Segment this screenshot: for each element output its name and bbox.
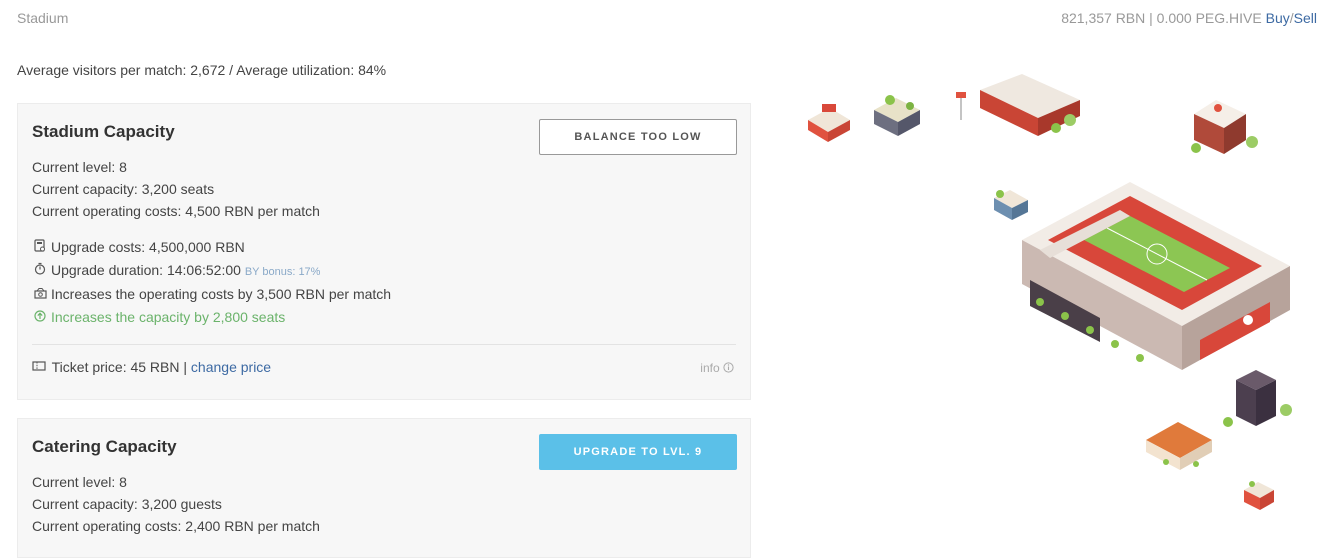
cafe-building bbox=[1146, 422, 1212, 470]
current-operating-costs: Current operating costs: 4,500 RBN per m… bbox=[32, 203, 320, 219]
change-price-link[interactable]: change price bbox=[191, 359, 271, 375]
calculator-icon bbox=[32, 237, 48, 259]
stadium-summary: Average visitors per match: 2,672 / Aver… bbox=[17, 62, 387, 78]
stadium-current-stats: Current level: 8 Current capacity: 3,200… bbox=[32, 156, 320, 222]
balance-text: 821,357 RBN | 0.000 PEG.HIVE bbox=[1061, 10, 1262, 26]
capacity-increase-row: Increases the capacity by 2,800 seats bbox=[32, 306, 391, 329]
ticket-price: Ticket price: 45 RBN | bbox=[51, 359, 188, 375]
catering-current-capacity: Current capacity: 3,200 guests bbox=[32, 496, 222, 512]
hospital-building bbox=[1191, 100, 1258, 154]
buy-link[interactable]: Buy bbox=[1266, 10, 1290, 26]
sell-link[interactable]: Sell bbox=[1294, 10, 1317, 26]
upgrade-duration-row: Upgrade duration: 14:06:52:00 BY bonus: … bbox=[32, 259, 391, 283]
stadium-capacity-card: Stadium Capacity BALANCE TOO LOW Current… bbox=[17, 103, 751, 400]
shop-building-1 bbox=[808, 104, 850, 142]
cost-increase: Increases the operating costs by 3,500 R… bbox=[51, 286, 392, 302]
bonus-text: BY bonus: 17% bbox=[244, 266, 321, 278]
info-label: info bbox=[700, 361, 720, 375]
stopwatch-icon bbox=[32, 260, 48, 282]
page-title: Stadium bbox=[17, 10, 69, 26]
info-icon bbox=[723, 361, 734, 375]
small-shop-bottom bbox=[1244, 481, 1274, 510]
cash-icon bbox=[32, 284, 48, 306]
ticket-icon bbox=[32, 359, 48, 375]
capacity-increase: Increases the capacity by 2,800 seats bbox=[51, 309, 286, 325]
stadium-capacity-title: Stadium Capacity bbox=[32, 122, 175, 141]
upgrade-duration: Upgrade duration: 14:06:52:00 bbox=[51, 262, 241, 278]
ticket-price-row: Ticket price: 45 RBN | change price bbox=[32, 359, 271, 375]
catering-capacity-card: Catering Capacity UPGRADE TO LVL. 9 Curr… bbox=[17, 418, 751, 558]
card-divider bbox=[32, 344, 736, 345]
main-stadium bbox=[1022, 182, 1290, 370]
upgrade-button[interactable]: UPGRADE TO LVL. 9 bbox=[539, 434, 737, 470]
upgrade-costs: Upgrade costs: 4,500,000 RBN bbox=[51, 239, 245, 255]
upgrade-costs-row: Upgrade costs: 4,500,000 RBN bbox=[32, 236, 391, 259]
catering-capacity-title: Catering Capacity bbox=[32, 437, 177, 456]
catering-current-costs: Current operating costs: 2,400 RBN per m… bbox=[32, 518, 320, 534]
balance-bar: 821,357 RBN | 0.000 PEG.HIVE Buy/Sell bbox=[1061, 10, 1317, 26]
arrow-up-circle-icon bbox=[32, 307, 48, 329]
stadium-illustration bbox=[800, 70, 1320, 530]
info-link[interactable]: info bbox=[700, 361, 734, 375]
balance-too-low-button[interactable]: BALANCE TOO LOW bbox=[539, 119, 737, 155]
office-tower bbox=[1223, 370, 1292, 427]
current-level: Current level: 8 bbox=[32, 159, 127, 175]
current-capacity: Current capacity: 3,200 seats bbox=[32, 181, 215, 197]
stadium-upgrade-details: Upgrade costs: 4,500,000 RBN Upgrade dur… bbox=[32, 236, 391, 329]
shop-building-2 bbox=[874, 95, 920, 136]
catering-current-level: Current level: 8 bbox=[32, 474, 127, 490]
small-house bbox=[994, 190, 1028, 220]
catering-current-stats: Current level: 8 Current capacity: 3,200… bbox=[32, 471, 320, 537]
restaurant-building bbox=[956, 74, 1080, 136]
cost-increase-row: Increases the operating costs by 3,500 R… bbox=[32, 283, 391, 306]
